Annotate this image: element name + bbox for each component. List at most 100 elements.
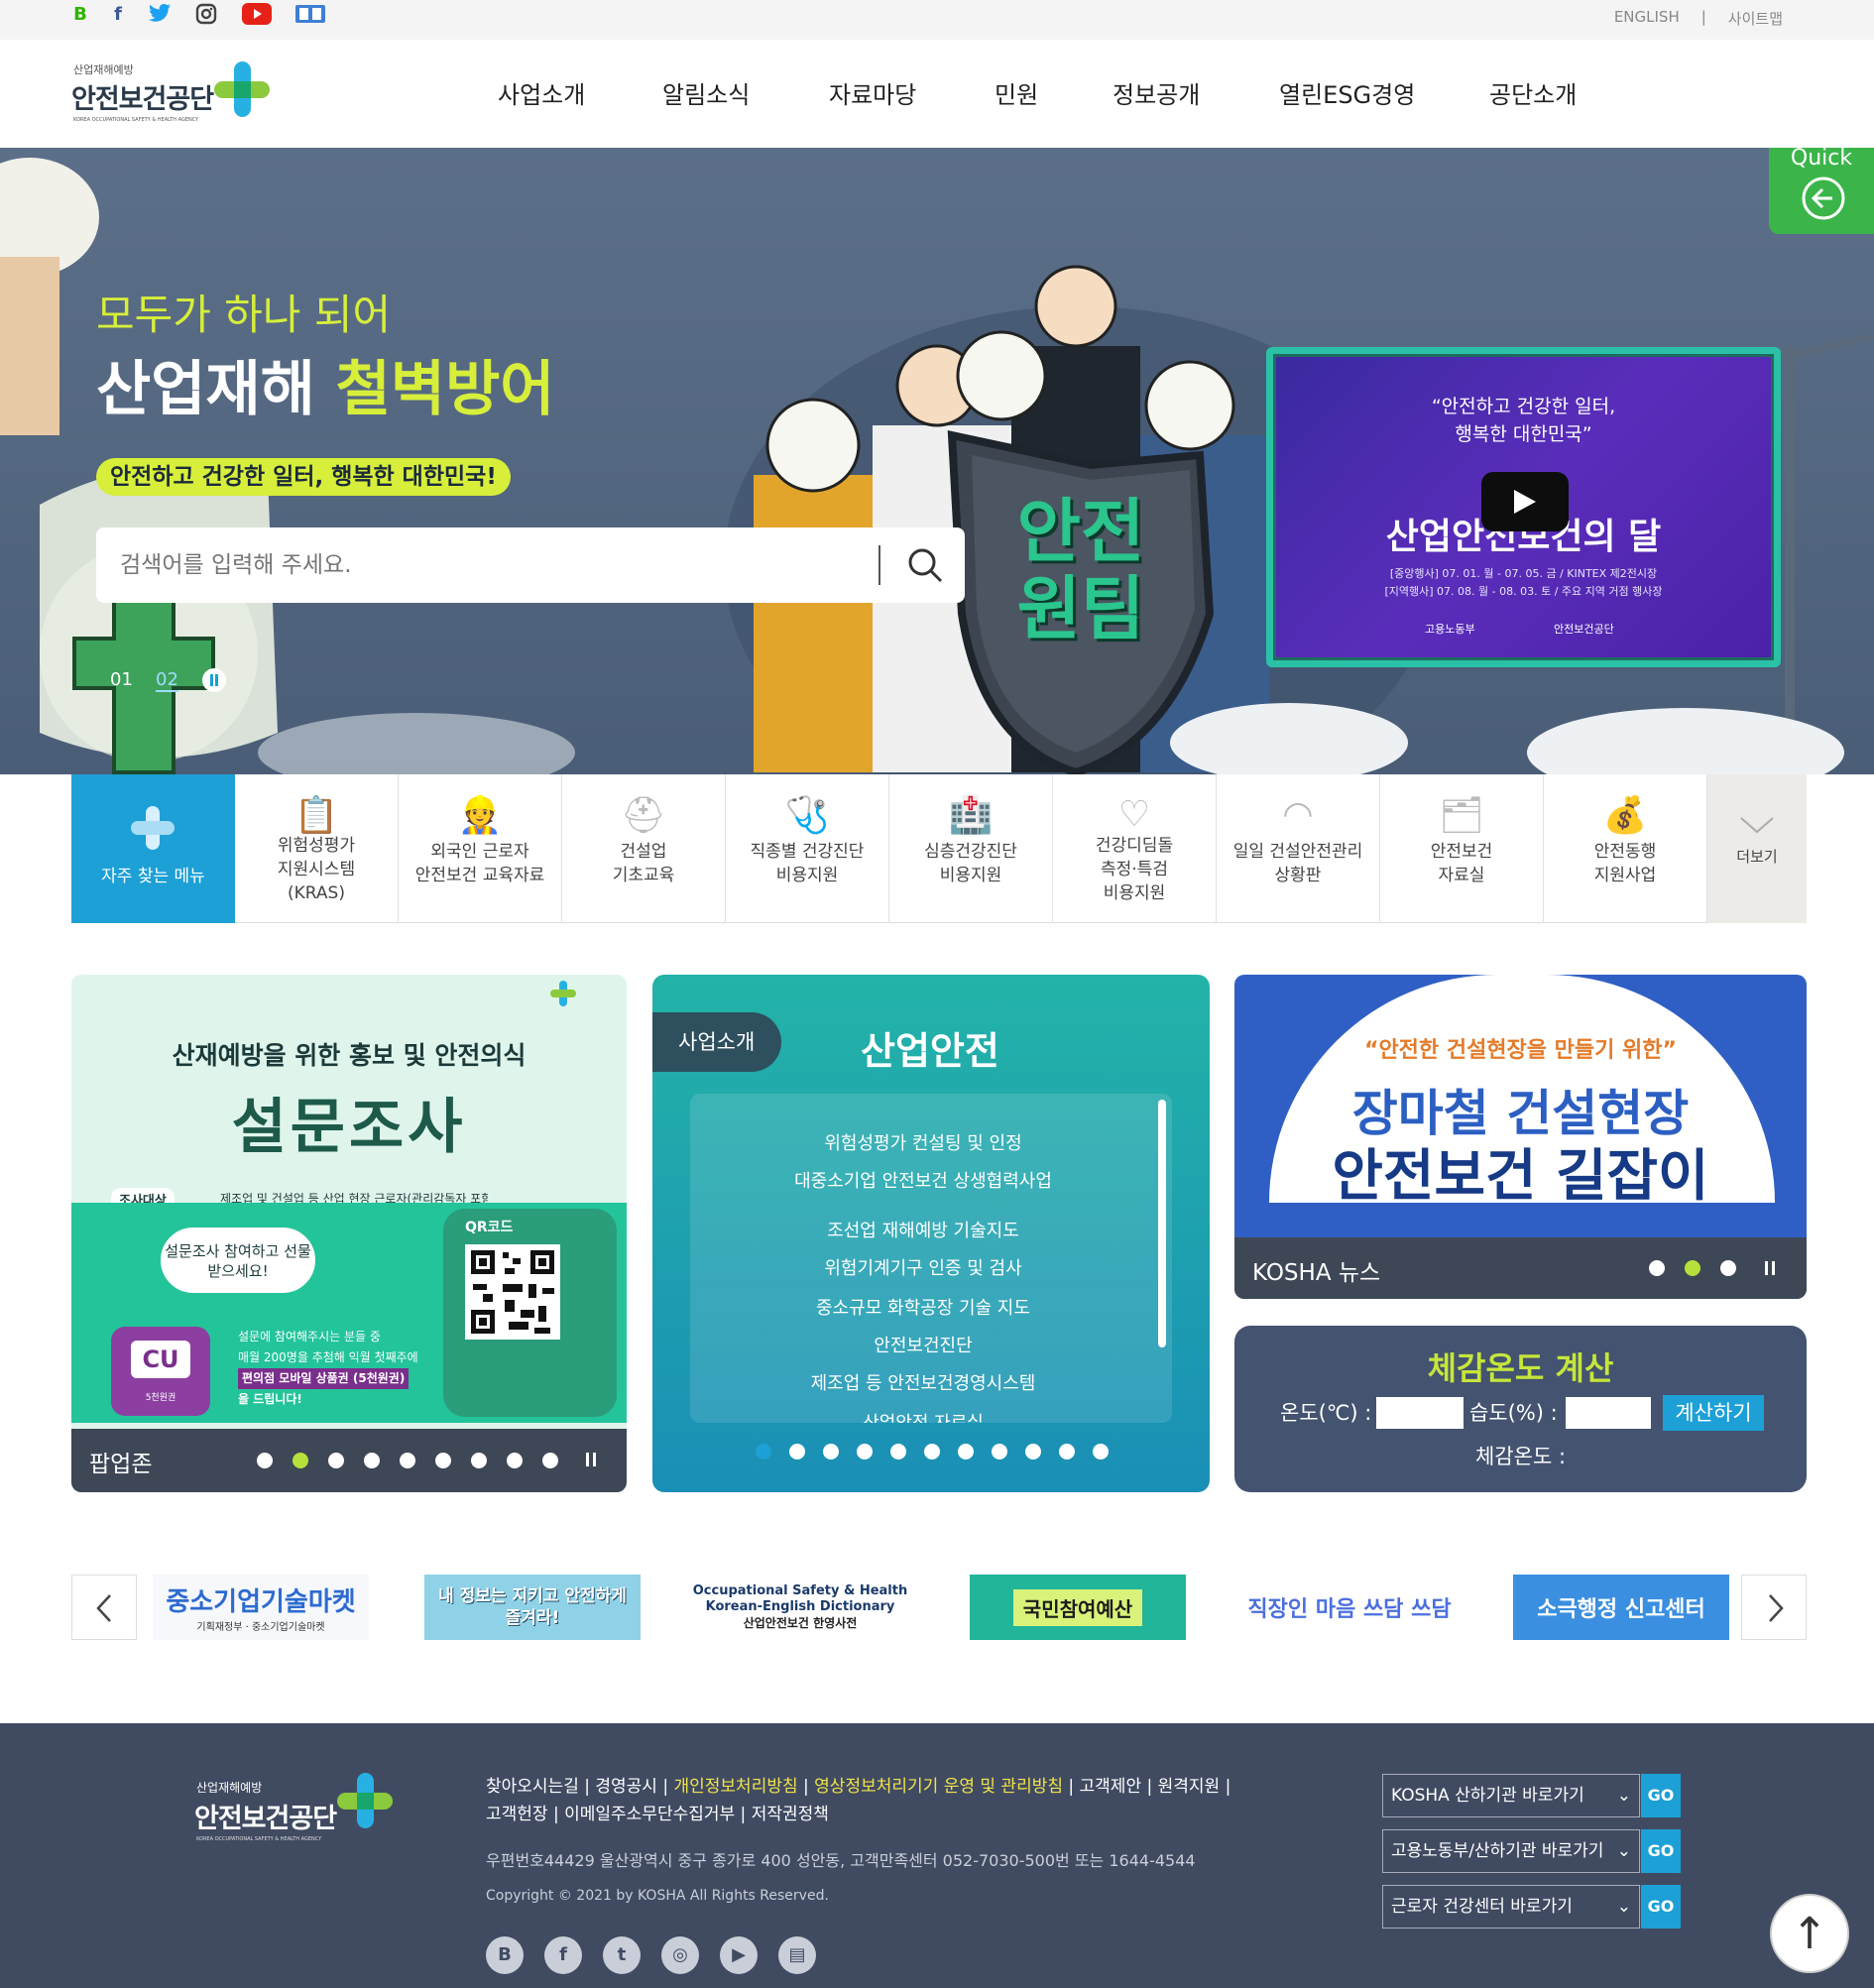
temp-input[interactable] [1376, 1397, 1464, 1429]
business-list-item[interactable]: 위험기계기구 인증 및 검사 [690, 1254, 1156, 1280]
nav-disclosure[interactable]: 정보공개 [1113, 75, 1200, 110]
menu-item-health-check[interactable]: 🩺 직종별 건강진단 비용지원 [726, 774, 889, 923]
business-scrollbar[interactable] [1158, 1100, 1166, 1347]
business-list-item[interactable]: 중소규모 화학공장 기술 지도 [690, 1294, 1156, 1320]
youtube-icon[interactable] [241, 2, 273, 26]
footer-social-icon[interactable]: t [603, 1936, 641, 1974]
quick-menu-button[interactable]: Quick [1769, 148, 1874, 234]
banner-dictionary[interactable]: Occupational Safety & Health Korean-Engl… [692, 1575, 908, 1640]
banner-next-button[interactable] [1741, 1575, 1807, 1640]
menu-item-kras[interactable]: 📋 위험성평가 지원시스템 (KRAS) [235, 774, 399, 923]
carousel-dot[interactable] [823, 1444, 839, 1460]
carousel-dot[interactable] [958, 1444, 974, 1460]
footer-social-icon[interactable]: ▤ [778, 1936, 816, 1974]
go-button-3[interactable]: GO [1641, 1885, 1681, 1929]
business-list-item[interactable]: 제조업 등 안전보건경영시스템 [690, 1369, 1156, 1395]
kosha-news[interactable]: “안전한 건설현장을 만들기 위한” 장마철 건설현장 안전보건 길잡이 KOS… [1234, 975, 1807, 1299]
business-list-item[interactable]: 위험성평가 컨설팅 및 인정 [690, 1129, 1156, 1155]
carousel-dot[interactable] [400, 1453, 415, 1468]
carousel-dot[interactable] [328, 1453, 344, 1468]
carousel-dot[interactable] [364, 1453, 380, 1468]
carousel-dot[interactable] [1720, 1260, 1736, 1276]
footer-social-icon[interactable]: f [544, 1936, 582, 1974]
carousel-dot[interactable] [435, 1453, 451, 1468]
pause-icon[interactable] [202, 668, 226, 692]
ebook-icon[interactable] [294, 2, 326, 26]
blog-icon[interactable]: B [69, 2, 91, 26]
sitemap-link[interactable]: 사이트맵 [1728, 8, 1783, 29]
slide-01[interactable]: 01 [110, 669, 133, 690]
banner-mind[interactable]: 직장인 마음 쓰담 쓰담 [1241, 1575, 1458, 1640]
carousel-dot[interactable] [756, 1444, 771, 1460]
footer-link-cctv[interactable]: 영상정보처리기기 운영 및 관리방침 [814, 1777, 1063, 1797]
health-center-select[interactable]: 근로자 건강센터 바로가기 ⌄ [1382, 1885, 1640, 1929]
footer-social-icon[interactable]: ▶ [720, 1936, 758, 1974]
nav-news[interactable]: 알림소식 [662, 75, 750, 110]
go-button-2[interactable]: GO [1641, 1829, 1681, 1873]
menu-item-health-step[interactable]: ♡ 건강디딤돌 측정·특검 비용지원 [1053, 774, 1217, 923]
search-icon[interactable] [905, 545, 945, 585]
footer-link[interactable]: 저작권정책 [752, 1805, 829, 1824]
banner-prev-button[interactable] [71, 1575, 137, 1640]
carousel-dot[interactable] [857, 1444, 873, 1460]
carousel-dot[interactable] [992, 1444, 1007, 1460]
popup-zone[interactable]: 산재예방을 위한 홍보 및 안전의식 설문조사 조사대상 제조업 및 건설업 등… [71, 975, 627, 1492]
kosha-affiliate-select[interactable]: KOSHA 산하기관 바로가기 ⌄ [1382, 1774, 1640, 1817]
moel-affiliate-select[interactable]: 고용노동부/산하기관 바로가기 ⌄ [1382, 1829, 1640, 1873]
video-play-button[interactable] [1481, 472, 1569, 531]
menu-item-construction-edu[interactable]: ⛑ 건설업 기초교육 [562, 774, 726, 923]
business-list-item[interactable]: 안전보건진단 [690, 1332, 1156, 1357]
footer-link[interactable]: 원격지원 [1158, 1777, 1221, 1797]
nav-civil[interactable]: 민원 [995, 75, 1038, 110]
banner-budget[interactable]: 국민참여예산 [970, 1575, 1186, 1640]
calc-button[interactable]: 계산하기 [1663, 1395, 1764, 1431]
footer-link[interactable]: 경영공시 [595, 1777, 657, 1797]
scroll-top-button[interactable]: ↑ [1770, 1894, 1849, 1973]
facebook-icon[interactable]: f [107, 2, 129, 26]
footer-social-icon[interactable]: B [486, 1936, 524, 1974]
carousel-dot[interactable] [1025, 1444, 1041, 1460]
twitter-icon[interactable] [147, 2, 173, 26]
footer-link[interactable]: 고객헌장 [486, 1805, 548, 1824]
slide-02[interactable]: 02 [156, 669, 178, 692]
humid-input[interactable] [1566, 1397, 1651, 1429]
menu-item-deep-health[interactable]: 🏥 심층건강진단 비용지원 [889, 774, 1053, 923]
business-list-item[interactable]: 조선업 재해예방 기술지도 [690, 1217, 1156, 1242]
menu-item-support[interactable]: 💰 안전동행 지원사업 [1544, 774, 1707, 923]
footer-social-icon[interactable]: ◎ [661, 1936, 699, 1974]
business-list-item[interactable]: 산업안전 자료실 [690, 1409, 1156, 1423]
footer-link[interactable]: 고객제안 [1080, 1777, 1142, 1797]
menu-item-library[interactable]: 🗂 안전보건 자료실 [1380, 774, 1544, 923]
carousel-dot[interactable] [257, 1453, 273, 1468]
banner-privacy[interactable]: 내 정보는 지키고 안전하게 즐겨라! [424, 1575, 641, 1640]
go-button-1[interactable]: GO [1641, 1774, 1681, 1817]
site-logo[interactable]: 산업재해예방 안전보건공단 KOREA OCCUPATIONAL SAFETY … [71, 59, 280, 129]
banner-tech-market[interactable]: 중소기업기술마켓 기획재정부 · 중소기업기술마켓 [153, 1575, 369, 1640]
carousel-dot[interactable] [890, 1444, 906, 1460]
carousel-dot[interactable] [1059, 1444, 1075, 1460]
carousel-dot[interactable] [924, 1444, 940, 1460]
instagram-icon[interactable] [194, 2, 218, 26]
search-input[interactable] [120, 545, 874, 585]
carousel-dot[interactable] [542, 1453, 558, 1468]
carousel-dot[interactable] [1685, 1260, 1700, 1276]
footer-link-privacy[interactable]: 개인정보처리방침 [674, 1777, 798, 1797]
carousel-dot[interactable] [471, 1453, 487, 1468]
nav-business[interactable]: 사업소개 [498, 75, 585, 110]
carousel-dot[interactable] [1093, 1444, 1109, 1460]
carousel-dot[interactable] [293, 1453, 308, 1468]
english-link[interactable]: ENGLISH [1614, 8, 1680, 29]
nav-about[interactable]: 공단소개 [1489, 75, 1577, 110]
footer-link[interactable]: 찾아오시는길 [486, 1777, 579, 1797]
menu-item-foreign-worker[interactable]: 👷 외국인 근로자 안전보건 교육자료 [399, 774, 562, 923]
carousel-dot[interactable] [507, 1453, 523, 1468]
nav-esg[interactable]: 열린ESG경영 [1279, 75, 1415, 110]
carousel-dot[interactable] [789, 1444, 805, 1460]
banner-passive-admin[interactable]: 소극행정 신고센터 [1513, 1575, 1729, 1640]
menu-item-daily-board[interactable]: ◠ 일일 건설안전관리 상황판 [1217, 774, 1380, 923]
news-pause-icon[interactable] [1764, 1261, 1776, 1275]
more-button[interactable]: 더보기 [1707, 774, 1807, 923]
carousel-dot[interactable] [1649, 1260, 1665, 1276]
nav-resources[interactable]: 자료마당 [829, 75, 916, 110]
footer-link[interactable]: 이메일주소무단수집거부 [564, 1805, 735, 1824]
